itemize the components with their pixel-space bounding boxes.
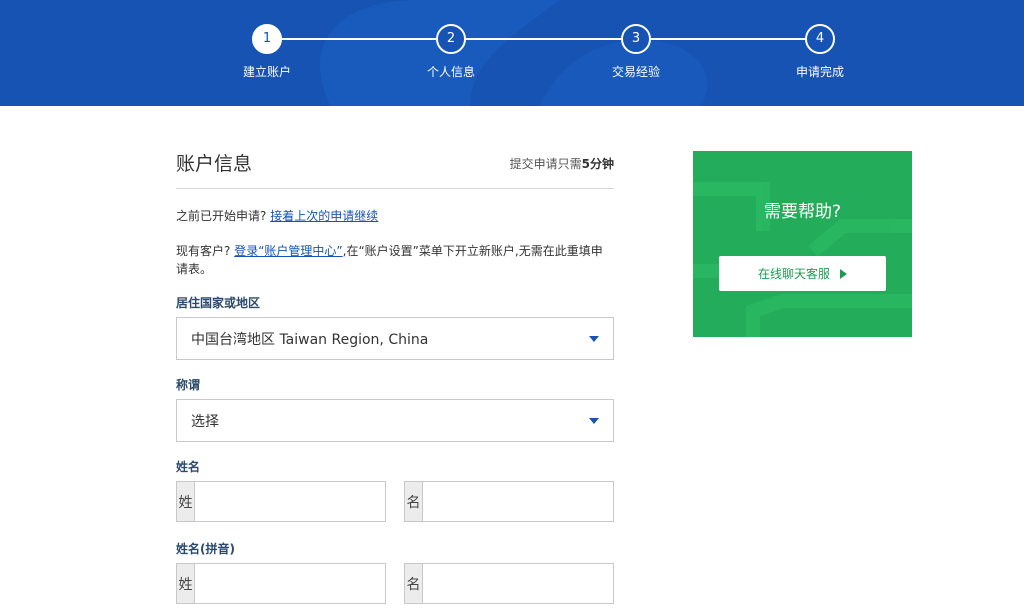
help-panel: 需要帮助? 在线聊天客服: [693, 151, 912, 337]
step-trading-experience: 3 交易经验: [586, 24, 686, 80]
pinyin-surname-group: 姓: [176, 563, 386, 604]
time-note: 提交申请只需5分钟: [510, 154, 614, 178]
country-select[interactable]: 中国台湾地区 Taiwan Region, China: [176, 317, 614, 360]
pinyin-surname-addon: 姓: [176, 563, 195, 604]
account-info-form: 账户信息 提交申请只需5分钟 之前已开始申请? 接着上次的申请继续 现有客户? …: [176, 150, 614, 604]
chevron-down-icon: [589, 335, 599, 342]
pinyin-name-label: 姓名(拼音): [176, 542, 235, 556]
surname-input[interactable]: [195, 481, 386, 522]
pinyin-given-name-group: 名: [404, 563, 614, 604]
step-number: 2: [436, 24, 466, 54]
time-note-prefix: 提交申请只需: [509, 157, 582, 171]
step-personal-info: 2 个人信息: [401, 24, 501, 80]
step-number: 3: [621, 24, 651, 54]
resume-application-link[interactable]: 接着上次的申请继续: [270, 209, 378, 223]
live-chat-button-label: 在线聊天客服: [757, 267, 830, 281]
existing-text-1: 现有客户?: [176, 244, 235, 258]
resume-text: 之前已开始申请?: [176, 209, 271, 223]
step-label: 申请完成: [795, 65, 844, 79]
progress-header: 1 建立账户 2 个人信息 3 交易经验 4 申请完成: [0, 0, 1024, 106]
step-label: 建立账户: [242, 65, 291, 79]
pinyin-given-name-addon: 名: [404, 563, 423, 604]
name-label: 姓名: [176, 460, 201, 474]
pinyin-surname-input[interactable]: [195, 563, 386, 604]
live-chat-button[interactable]: 在线聊天客服: [719, 256, 886, 291]
salutation-label: 称谓: [176, 378, 201, 392]
step-label: 交易经验: [611, 65, 660, 79]
form-title: 账户信息: [176, 153, 253, 175]
step-number: 1: [252, 24, 282, 54]
header-decoration: [320, 0, 708, 106]
step-number: 4: [805, 24, 835, 54]
existing-customer-paragraph: 现有客户? 登录“账户管理中心”,在“账户设置”菜单下开立新账户,无需在此重填申…: [176, 242, 614, 278]
name-row: 姓 名: [176, 481, 614, 522]
given-name-addon: 名: [404, 481, 423, 522]
play-arrow-icon: [840, 268, 847, 279]
step-application-complete: 4 申请完成: [770, 24, 870, 80]
surname-group: 姓: [176, 481, 386, 522]
chevron-down-icon: [589, 417, 599, 424]
form-header: 账户信息 提交申请只需5分钟: [176, 150, 614, 189]
pinyin-name-row: 姓 名: [176, 563, 614, 604]
login-account-center-link[interactable]: 登录“账户管理中心”: [234, 244, 342, 258]
pinyin-given-name-input[interactable]: [423, 563, 614, 604]
resume-paragraph: 之前已开始申请? 接着上次的申请继续: [176, 207, 614, 225]
progress-line: [267, 38, 820, 40]
salutation-select-value: 选择: [191, 413, 219, 430]
surname-addon: 姓: [176, 481, 195, 522]
given-name-input[interactable]: [423, 481, 614, 522]
given-name-group: 名: [404, 481, 614, 522]
time-note-value: 5分钟: [581, 157, 614, 171]
help-decoration: [693, 182, 912, 337]
country-label: 居住国家或地区: [176, 296, 261, 310]
salutation-select[interactable]: 选择: [176, 399, 614, 442]
step-create-account: 1 建立账户: [217, 24, 317, 80]
country-select-value: 中国台湾地区 Taiwan Region, China: [191, 331, 429, 348]
help-title: 需要帮助?: [763, 202, 842, 222]
step-label: 个人信息: [426, 65, 475, 79]
